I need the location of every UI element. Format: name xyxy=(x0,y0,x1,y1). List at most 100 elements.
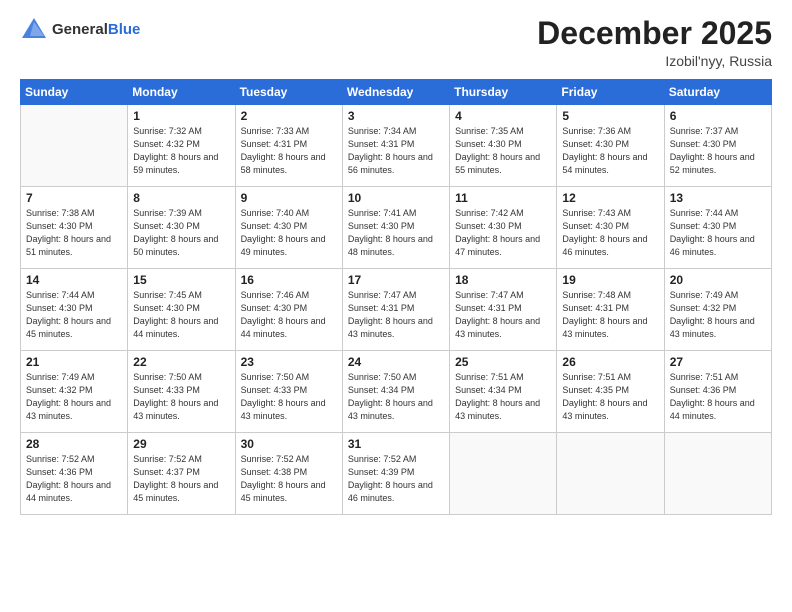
day-number: 21 xyxy=(26,355,122,369)
col-monday: Monday xyxy=(128,80,235,105)
col-thursday: Thursday xyxy=(450,80,557,105)
table-row: 19Sunrise: 7:48 AMSunset: 4:31 PMDayligh… xyxy=(557,269,664,351)
day-number: 26 xyxy=(562,355,658,369)
day-info: Sunrise: 7:52 AMSunset: 4:39 PMDaylight:… xyxy=(348,453,444,505)
day-number: 30 xyxy=(241,437,337,451)
day-number: 4 xyxy=(455,109,551,123)
day-info: Sunrise: 7:34 AMSunset: 4:31 PMDaylight:… xyxy=(348,125,444,177)
table-row: 2 Sunrise: 7:33 AMSunset: 4:31 PMDaylight… xyxy=(235,105,342,187)
day-info: Sunrise: 7:50 AMSunset: 4:34 PMDaylight:… xyxy=(348,371,444,423)
table-row: 26Sunrise: 7:51 AMSunset: 4:35 PMDayligh… xyxy=(557,351,664,433)
table-row: 15 Sunrise: 7:45 AMSunset: 4:30 PMDayligh… xyxy=(128,269,235,351)
table-row: 10Sunrise: 7:41 AMSunset: 4:30 PMDayligh… xyxy=(342,187,449,269)
table-row: 16Sunrise: 7:46 AMSunset: 4:30 PMDayligh… xyxy=(235,269,342,351)
day-info: Sunrise: 7:40 AMSunset: 4:30 PMDaylight:… xyxy=(241,207,337,259)
day-info: Sunrise: 7:50 AMSunset: 4:33 PMDaylight:… xyxy=(133,371,229,423)
table-row: 6 Sunrise: 7:37 AMSunset: 4:30 PMDaylight… xyxy=(664,105,771,187)
day-info: Sunrise: 7:51 AMSunset: 4:36 PMDaylight:… xyxy=(670,371,766,423)
day-number: 6 xyxy=(670,109,766,123)
table-row xyxy=(21,105,128,187)
day-number: 23 xyxy=(241,355,337,369)
day-number: 28 xyxy=(26,437,122,451)
table-row: 11Sunrise: 7:42 AMSunset: 4:30 PMDayligh… xyxy=(450,187,557,269)
calendar-header-row: Sunday Monday Tuesday Wednesday Thursday… xyxy=(21,80,772,105)
day-number: 19 xyxy=(562,273,658,287)
table-row: 4 Sunrise: 7:35 AMSunset: 4:30 PMDaylight… xyxy=(450,105,557,187)
day-number: 5 xyxy=(562,109,658,123)
calendar-week-row: 7Sunrise: 7:38 AMSunset: 4:30 PMDaylight… xyxy=(21,187,772,269)
day-info: Sunrise: 7:50 AMSunset: 4:33 PMDaylight:… xyxy=(241,371,337,423)
day-info: Sunrise: 7:37 AMSunset: 4:30 PMDaylight:… xyxy=(670,125,766,177)
calendar-week-row: 1 Sunrise: 7:32 AMSunset: 4:32 PMDaylight… xyxy=(21,105,772,187)
day-info: Sunrise: 7:35 AMSunset: 4:30 PMDaylight:… xyxy=(455,125,551,177)
day-info: Sunrise: 7:51 AMSunset: 4:34 PMDaylight:… xyxy=(455,371,551,423)
table-row: 8 Sunrise: 7:39 AMSunset: 4:30 PMDaylight… xyxy=(128,187,235,269)
table-row: 5 Sunrise: 7:36 AMSunset: 4:30 PMDaylight… xyxy=(557,105,664,187)
day-number: 27 xyxy=(670,355,766,369)
col-tuesday: Tuesday xyxy=(235,80,342,105)
title-block: December 2025 Izobil'nyy, Russia xyxy=(537,16,772,69)
day-info: Sunrise: 7:49 AMSunset: 4:32 PMDaylight:… xyxy=(26,371,122,423)
table-row: 21 Sunrise: 7:49 AMSunset: 4:32 PMDayligh… xyxy=(21,351,128,433)
day-info: Sunrise: 7:47 AMSunset: 4:31 PMDaylight:… xyxy=(348,289,444,341)
table-row: 28 Sunrise: 7:52 AMSunset: 4:36 PMDayligh… xyxy=(21,433,128,515)
day-number: 16 xyxy=(241,273,337,287)
day-number: 15 xyxy=(133,273,229,287)
table-row: 17 Sunrise: 7:47 AMSunset: 4:31 PMDayligh… xyxy=(342,269,449,351)
table-row: 1 Sunrise: 7:32 AMSunset: 4:32 PMDaylight… xyxy=(128,105,235,187)
header: GeneralBlue December 2025 Izobil'nyy, Ru… xyxy=(20,16,772,69)
day-number: 7 xyxy=(26,191,122,205)
col-saturday: Saturday xyxy=(664,80,771,105)
logo-general: General xyxy=(52,21,108,38)
table-row: 3Sunrise: 7:34 AMSunset: 4:31 PMDaylight… xyxy=(342,105,449,187)
table-row: 23 Sunrise: 7:50 AMSunset: 4:33 PMDayligh… xyxy=(235,351,342,433)
day-info: Sunrise: 7:45 AMSunset: 4:30 PMDaylight:… xyxy=(133,289,229,341)
table-row: 22 Sunrise: 7:50 AMSunset: 4:33 PMDayligh… xyxy=(128,351,235,433)
col-friday: Friday xyxy=(557,80,664,105)
day-number: 1 xyxy=(133,109,229,123)
table-row: 9 Sunrise: 7:40 AMSunset: 4:30 PMDaylight… xyxy=(235,187,342,269)
table-row: 14 Sunrise: 7:44 AMSunset: 4:30 PMDayligh… xyxy=(21,269,128,351)
calendar-week-row: 21 Sunrise: 7:49 AMSunset: 4:32 PMDayligh… xyxy=(21,351,772,433)
day-number: 13 xyxy=(670,191,766,205)
day-number: 17 xyxy=(348,273,444,287)
col-sunday: Sunday xyxy=(21,80,128,105)
table-row: 25Sunrise: 7:51 AMSunset: 4:34 PMDayligh… xyxy=(450,351,557,433)
table-row: 30 Sunrise: 7:52 AMSunset: 4:38 PMDayligh… xyxy=(235,433,342,515)
table-row: 31Sunrise: 7:52 AMSunset: 4:39 PMDayligh… xyxy=(342,433,449,515)
logo-text: GeneralBlue xyxy=(52,22,140,39)
table-row xyxy=(450,433,557,515)
day-number: 22 xyxy=(133,355,229,369)
logo-icon xyxy=(20,16,48,44)
table-row: 18Sunrise: 7:47 AMSunset: 4:31 PMDayligh… xyxy=(450,269,557,351)
day-number: 12 xyxy=(562,191,658,205)
day-number: 8 xyxy=(133,191,229,205)
day-info: Sunrise: 7:32 AMSunset: 4:32 PMDaylight:… xyxy=(133,125,229,177)
day-number: 9 xyxy=(241,191,337,205)
table-row: 7Sunrise: 7:38 AMSunset: 4:30 PMDaylight… xyxy=(21,187,128,269)
day-info: Sunrise: 7:47 AMSunset: 4:31 PMDaylight:… xyxy=(455,289,551,341)
day-number: 2 xyxy=(241,109,337,123)
day-info: Sunrise: 7:39 AMSunset: 4:30 PMDaylight:… xyxy=(133,207,229,259)
calendar-week-row: 28 Sunrise: 7:52 AMSunset: 4:36 PMDayligh… xyxy=(21,433,772,515)
day-info: Sunrise: 7:52 AMSunset: 4:36 PMDaylight:… xyxy=(26,453,122,505)
day-info: Sunrise: 7:44 AMSunset: 4:30 PMDaylight:… xyxy=(26,289,122,341)
day-info: Sunrise: 7:52 AMSunset: 4:38 PMDaylight:… xyxy=(241,453,337,505)
location: Izobil'nyy, Russia xyxy=(537,53,772,69)
day-info: Sunrise: 7:33 AMSunset: 4:31 PMDaylight:… xyxy=(241,125,337,177)
calendar-week-row: 14 Sunrise: 7:44 AMSunset: 4:30 PMDayligh… xyxy=(21,269,772,351)
page: GeneralBlue December 2025 Izobil'nyy, Ru… xyxy=(0,0,792,612)
day-number: 24 xyxy=(348,355,444,369)
table-row: 27 Sunrise: 7:51 AMSunset: 4:36 PMDayligh… xyxy=(664,351,771,433)
day-number: 14 xyxy=(26,273,122,287)
table-row: 12Sunrise: 7:43 AMSunset: 4:30 PMDayligh… xyxy=(557,187,664,269)
table-row: 29Sunrise: 7:52 AMSunset: 4:37 PMDayligh… xyxy=(128,433,235,515)
table-row xyxy=(664,433,771,515)
table-row xyxy=(557,433,664,515)
month-title: December 2025 xyxy=(537,16,772,51)
col-wednesday: Wednesday xyxy=(342,80,449,105)
day-info: Sunrise: 7:36 AMSunset: 4:30 PMDaylight:… xyxy=(562,125,658,177)
table-row: 20Sunrise: 7:49 AMSunset: 4:32 PMDayligh… xyxy=(664,269,771,351)
day-info: Sunrise: 7:52 AMSunset: 4:37 PMDaylight:… xyxy=(133,453,229,505)
table-row: 24 Sunrise: 7:50 AMSunset: 4:34 PMDayligh… xyxy=(342,351,449,433)
